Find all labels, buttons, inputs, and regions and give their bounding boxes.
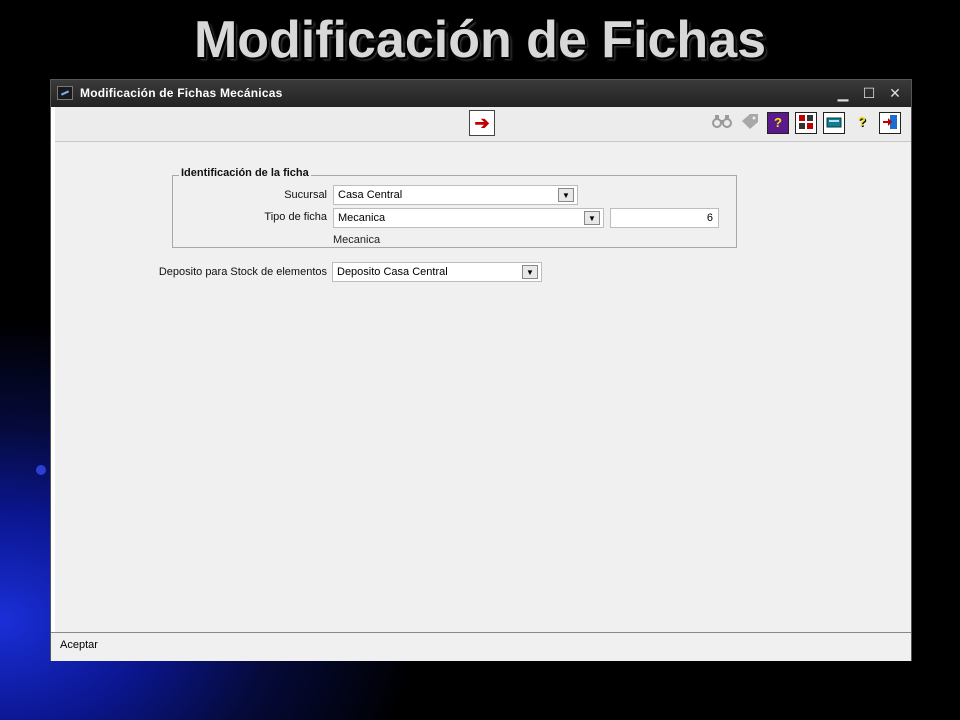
slide-bullet-dot <box>36 465 46 475</box>
search-binoculars-button[interactable] <box>711 112 733 134</box>
status-text: Aceptar <box>60 639 98 651</box>
help-question-icon: ? <box>774 115 782 130</box>
maximize-icon: ☐ <box>862 85 876 101</box>
sucursal-select[interactable]: Casa Central ▼ <box>333 185 578 205</box>
deposito-label: Deposito para Stock de elementos <box>158 266 327 278</box>
toolbar: ➔ ? ? <box>55 107 911 142</box>
chevron-down-icon[interactable]: ▼ <box>558 188 574 202</box>
binoculars-icon <box>712 115 732 128</box>
group-legend: Identificación de la ficha <box>179 167 311 179</box>
close-icon: ✕ <box>889 85 901 101</box>
close-button[interactable]: ✕ <box>885 83 905 103</box>
chevron-down-icon[interactable]: ▼ <box>522 265 538 279</box>
maximize-button[interactable]: ☐ <box>859 83 879 103</box>
keyboard-icon <box>826 117 842 128</box>
window-titlebar[interactable]: Modificación de Fichas Mecánicas ▁ ☐ ✕ <box>51 80 911 107</box>
tipo-ficha-select[interactable]: Mecanica ▼ <box>333 208 604 228</box>
deposito-value: Deposito Casa Central <box>337 266 448 278</box>
chevron-down-icon[interactable]: ▼ <box>584 211 600 225</box>
help-question-button[interactable]: ? <box>767 112 789 134</box>
tag-icon <box>742 114 758 129</box>
calculator-grid-icon <box>799 115 813 129</box>
app-icon <box>57 86 73 100</box>
application-window: Modificación de Fichas Mecánicas ▁ ☐ ✕ ➔ <box>50 79 912 661</box>
exit-button[interactable] <box>879 112 901 134</box>
minimize-icon: ▁ <box>837 85 849 101</box>
tipo-ficha-label: Tipo de ficha <box>264 211 327 223</box>
exit-door-icon <box>883 115 897 129</box>
minimize-button[interactable]: ▁ <box>833 83 853 103</box>
help-yellow-icon: ? <box>858 114 866 129</box>
slide-title: Modificación de Fichas <box>193 11 767 69</box>
window-title: Modificación de Fichas Mecánicas <box>80 86 283 100</box>
tipo-ficha-number-field[interactable]: 6 <box>610 208 719 228</box>
calculator-grid-button[interactable] <box>795 112 817 134</box>
arrow-right-icon: ➔ <box>474 113 490 133</box>
tipo-ficha-description: Mecanica <box>333 234 381 246</box>
form-area: Identificación de la ficha Sucursal Casa… <box>55 142 911 632</box>
tag-button[interactable] <box>739 112 761 134</box>
sucursal-label: Sucursal <box>284 189 327 201</box>
status-bar: Aceptar <box>51 632 911 661</box>
accept-arrow-button[interactable]: ➔ <box>469 110 495 136</box>
help-button[interactable]: ? <box>851 112 873 134</box>
sucursal-value: Casa Central <box>338 189 403 201</box>
tipo-ficha-value: Mecanica <box>338 212 386 224</box>
deposito-select[interactable]: Deposito Casa Central ▼ <box>332 262 542 282</box>
keyboard-button[interactable] <box>823 112 845 134</box>
